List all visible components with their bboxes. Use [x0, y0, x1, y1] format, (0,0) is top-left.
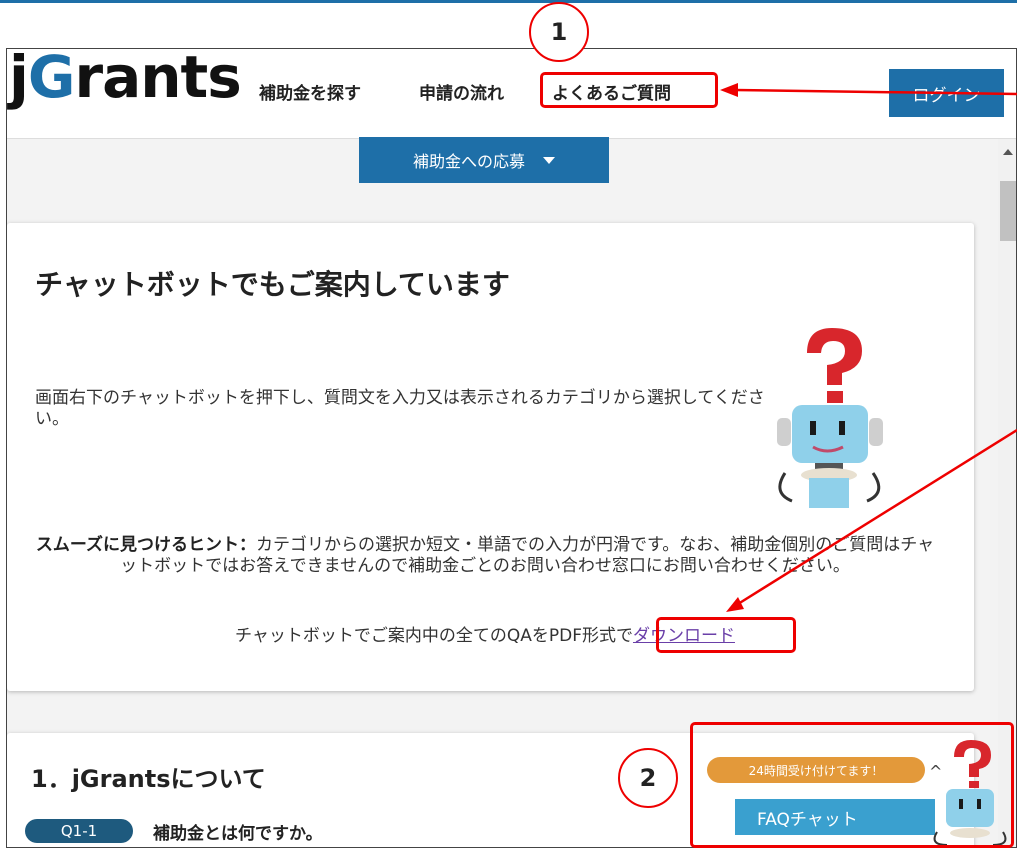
annotation-box-chat [690, 722, 1014, 848]
apply-subsidy-dropdown[interactable]: 補助金への応募 [359, 137, 609, 183]
top-accent-bar [0, 0, 1017, 3]
annotation-box-faq-nav [540, 72, 718, 108]
question-text[interactable]: 補助金とは何ですか。 [153, 819, 323, 844]
annotation-box-download [656, 617, 796, 653]
scroll-up-arrow-icon[interactable] [1003, 149, 1013, 155]
apply-subsidy-label: 補助金への応募 [412, 152, 525, 171]
chatbot-card-description: 画面右下のチャットボットを押下し、質問文を入力又は表示されるカテゴリから選択して… [35, 388, 765, 429]
scroll-thumb[interactable] [1000, 181, 1016, 241]
nav-search-subsidy[interactable]: 補助金を探す [259, 79, 361, 104]
chatbot-card-title: チャットボットでもご案内しています [35, 268, 510, 301]
download-line: チャットボットでご案内中の全てのQAをPDF形式でダウンロード [35, 621, 935, 646]
hint-label: スムーズに見つけるヒント： [35, 535, 256, 555]
login-button[interactable]: ログイン [889, 69, 1004, 117]
chatbot-info-card: チャットボットでもご案内しています 画面右下のチャットボットを押下し、質問文を入… [7, 223, 974, 691]
site-header: jGrants 補助金を探す 申請の流れ よくあるご質問 ログイン [7, 49, 1016, 139]
nav-application-flow[interactable]: 申請の流れ [419, 79, 504, 104]
download-prefix: チャットボットでご案内中の全てのQAをPDF形式で [235, 626, 633, 646]
annotation-marker-1: 1 [529, 2, 589, 62]
chatbot-mascot-icon [777, 328, 883, 508]
caret-down-icon [543, 156, 555, 164]
annotation-marker-2: 2 [618, 748, 678, 808]
hint-paragraph: スムーズに見つけるヒント：カテゴリからの選択か短文・単語での入力が円滑です。なお… [35, 535, 935, 577]
faq-section-title: 1．jGrantsについて [31, 765, 266, 793]
jgrants-logo[interactable]: jGrants [9, 49, 242, 111]
question-id-badge: Q1-1 [25, 819, 133, 843]
